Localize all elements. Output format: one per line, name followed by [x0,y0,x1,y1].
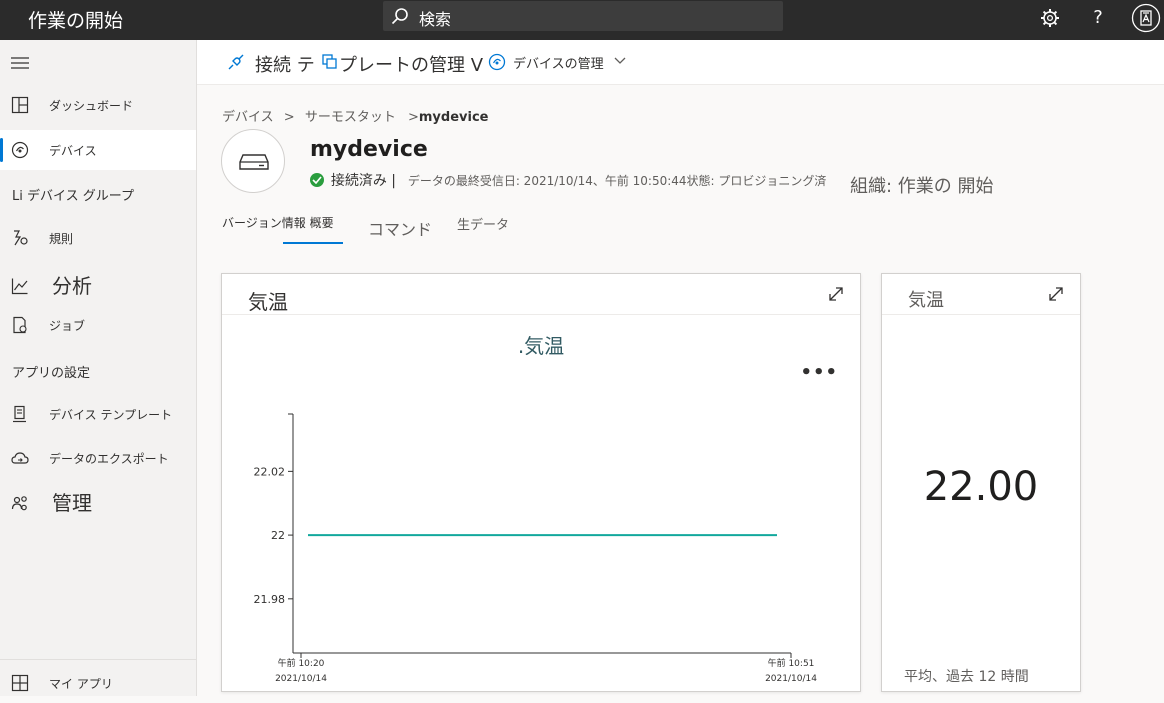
connect-template-label: 接続 テ [255,55,315,76]
search-input[interactable]: 検索 [419,6,451,30]
search-box[interactable]: 検索 [383,1,783,31]
breadcrumb-current: mydevice [418,110,489,125]
breadcrumb-separator: > [283,110,295,125]
device-avatar [221,129,285,193]
device-manage-label: デバイスの管理 [513,57,604,72]
sidebar: ダッシュボード デバイス Li デバイス グループ 規則 分析 ジョブ アプリの… [0,40,197,696]
expand-icon[interactable] [1048,286,1064,302]
cloud-export-icon [11,452,29,464]
temperature-kpi-card: 気温 22.00 平均、過去 12 時間 [881,273,1081,692]
chevron-down-icon [614,57,626,64]
app-title: 作業の開始 [28,10,124,32]
tab-commands[interactable]: コマンド [368,216,432,240]
help-icon[interactable]: ? [1086,6,1110,30]
copy-template-icon [322,54,337,69]
sidebar-item-rules[interactable]: 規則 [0,218,196,258]
tab-about-overview[interactable]: バージョン情報 概要 [222,214,334,231]
kpi-value: 22.00 [923,464,1039,510]
plug-connect-icon [228,54,244,70]
device-manage-icon [488,53,506,71]
hamburger-menu-icon[interactable] [11,56,29,70]
sidebar-item-label: マイ アプリ [49,677,113,691]
kpi-footer: 平均、過去 12 時間 [904,669,1029,685]
breadcrumb-thermostat-link[interactable]: サーモスタット [305,110,396,125]
last-received-text: データの最終受信日: 2021/10/14、午前 10:50:44状態: プロビ… [407,174,827,188]
sidebar-item-device-templates[interactable]: デバイス テンプレート [0,394,196,434]
breadcrumb-separator: > [407,110,419,125]
sidebar-item-analytics[interactable]: 分析 [0,266,196,306]
sidebar-item-data-export[interactable]: データのエクスポート [0,438,196,478]
sidebar-item-my-apps[interactable]: マイ アプリ [0,663,196,703]
card-divider [882,314,1080,315]
sidebar-item-label: データのエクスポート [49,452,169,466]
jobs-icon [13,316,27,334]
status-badge: 接続済み | [330,173,396,189]
devices-icon [11,141,29,159]
command-bar: 接続 テ プレートの管理 V デバイスの管理 [197,40,1164,85]
device-status-line: 接続済み | データの最終受信日: 2021/10/14、午前 10:50:44… [310,170,826,190]
analytics-chart-icon [11,278,28,295]
x-tick-date-label: 2021/10/14 [275,674,327,684]
top-bar: 作業の開始 検索 ? [0,0,1164,40]
my-apps-grid-icon [11,674,29,692]
sidebar-divider [0,659,196,660]
device-template-icon [13,405,26,423]
sidebar-item-label: 分析 [52,274,92,298]
dashboard-icon [11,96,29,114]
sidebar-item-label: Li デバイス グループ [12,189,134,204]
breadcrumb-devices-link[interactable]: デバイス [222,110,274,125]
breadcrumb: デバイス > サーモスタット >mydevice [222,106,488,125]
sidebar-item-label: ダッシュボード [49,99,134,113]
settings-gear-icon[interactable] [1038,6,1062,30]
y-tick-label: 22.02 [254,465,286,478]
temperature-chart-card: 気温 .気温 ••• 22.02 22 21.98 午前 10:20 2021/10/1… [221,273,861,692]
sidebar-item-label: デバイス [49,144,97,158]
y-tick-label: 21.98 [254,593,286,606]
x-tick-label: 午前 10:20 [278,657,325,669]
sidebar-item-device-groups[interactable]: Li デバイス グループ [0,173,196,213]
admin-people-icon [11,496,27,511]
page-title: mydevice [310,137,428,162]
search-icon [391,8,408,25]
x-tick-label: 午前 10:51 [768,657,815,669]
account-avatar-icon[interactable] [1131,3,1161,33]
status-connected-icon [310,173,324,187]
sidebar-item-label: デバイス テンプレート [49,408,173,422]
sidebar-item-label: 規則 [49,232,74,246]
connect-template-label-rest: プレートの管理 V [339,55,484,76]
organization-label: 組織: 作業の 開始 [850,176,994,197]
y-tick-label: 22 [271,529,285,542]
sidebar-item-dashboard[interactable]: ダッシュボード [0,85,196,125]
x-tick-date-label: 2021/10/14 [765,674,817,684]
card-title: 気温 [908,290,944,311]
sidebar-item-admin[interactable]: 管理 [0,483,196,523]
temperature-line-chart: 22.02 22 21.98 午前 10:20 2021/10/14 午前 10:51 20… [254,413,817,684]
device-icon [239,154,269,170]
sidebar-section-app-settings: アプリの設定 [12,366,91,381]
sidebar-item-label: ジョブ [49,319,86,333]
active-tab-indicator [283,242,343,244]
sidebar-item-jobs[interactable]: ジョブ [0,305,196,345]
tab-raw-data[interactable]: 生データ [457,214,509,233]
sidebar-item-devices[interactable]: デバイス [0,130,196,170]
sidebar-item-label: 管理 [52,491,92,515]
rules-icon [14,230,28,246]
